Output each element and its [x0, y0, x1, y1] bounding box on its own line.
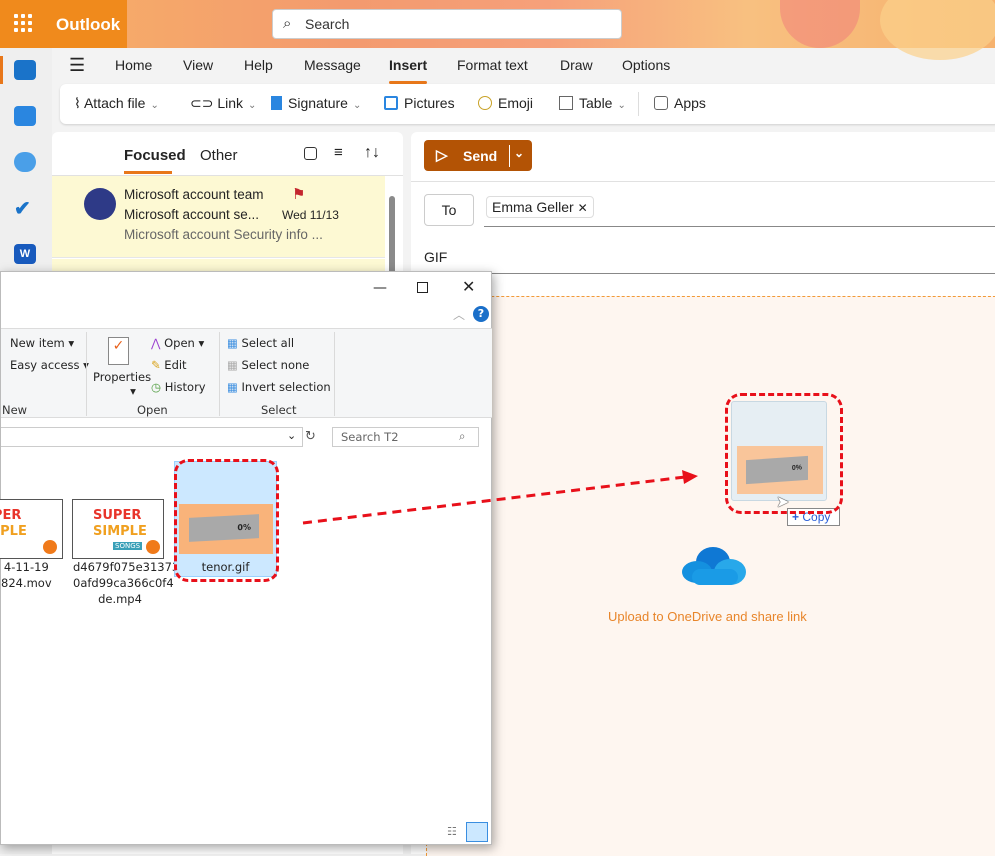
drag-arrow [302, 470, 698, 525]
arrow-line [302, 475, 686, 525]
arrow-head [682, 470, 698, 484]
